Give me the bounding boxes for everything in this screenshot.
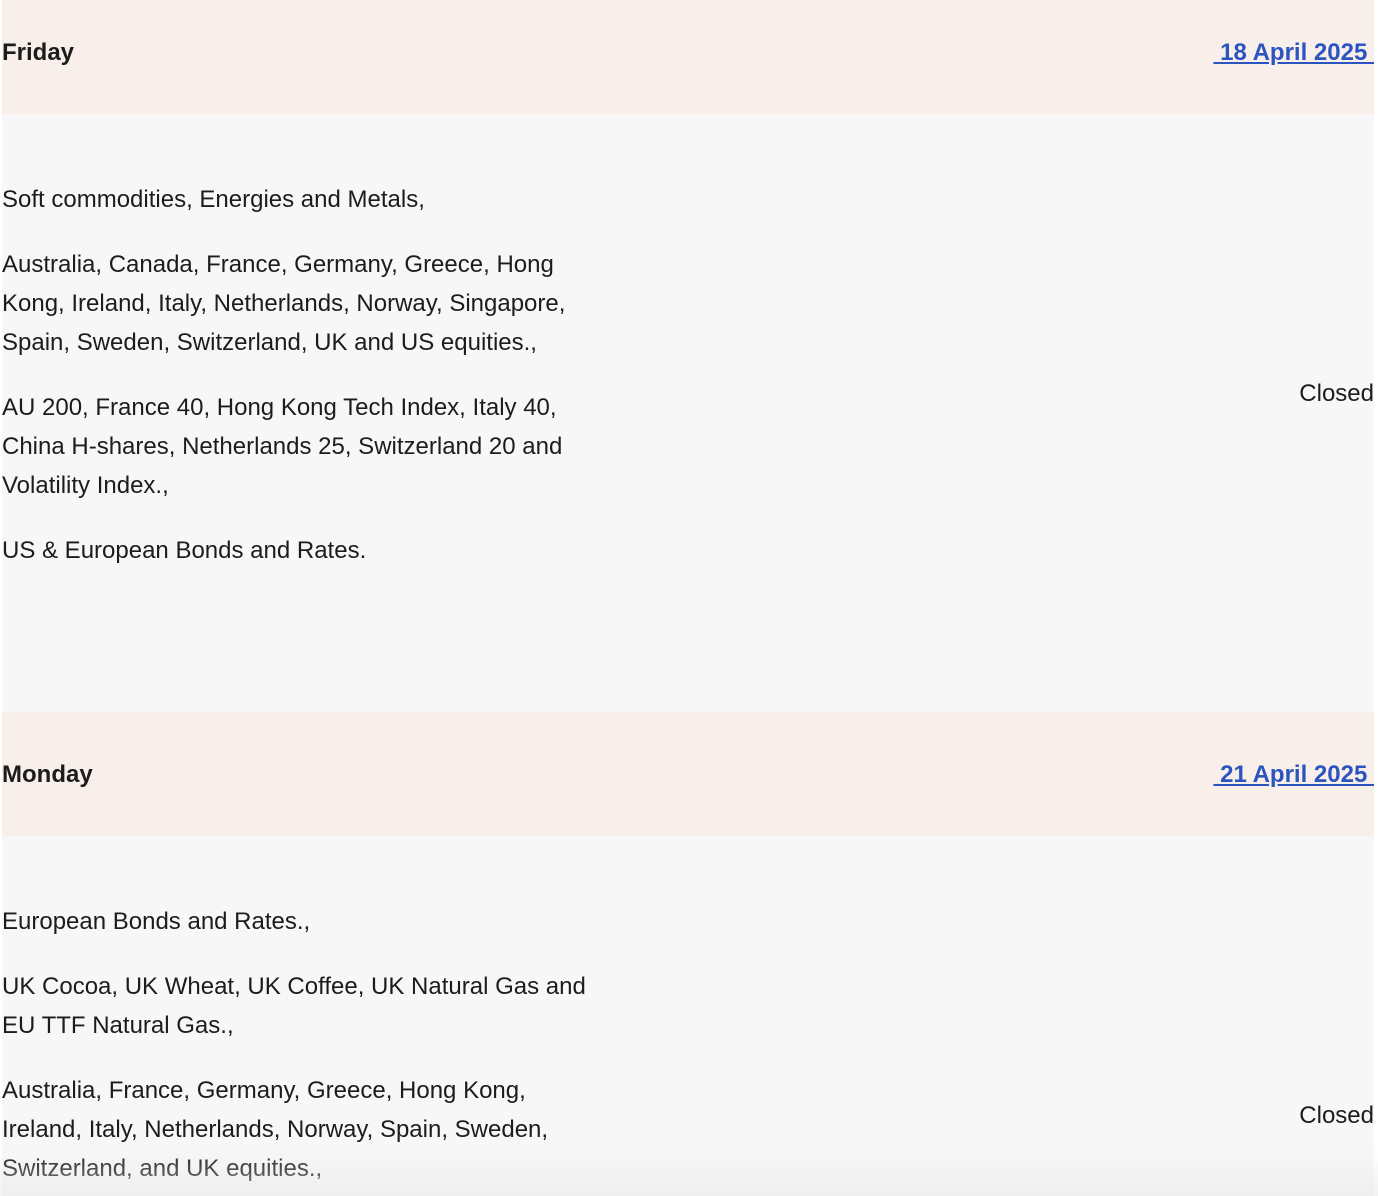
- market-item: UK Cocoa, UK Wheat, UK Coffee, UK Natura…: [2, 973, 586, 1039]
- status-text: Closed: [1299, 380, 1374, 407]
- market-item: AU 200, France 40, Hong Kong Tech Index,…: [2, 394, 563, 499]
- market-item: US & European Bonds and Rates.: [2, 537, 367, 564]
- day-name: Friday: [2, 39, 75, 66]
- market-item: Australia, Canada, France, Germany, Gree…: [2, 251, 566, 356]
- day-header-monday: Monday 21 April 2025: [2, 712, 1374, 836]
- day-body-monday: European Bonds and Rates., UK Cocoa, UK …: [2, 836, 1374, 1196]
- day-name: Monday: [2, 761, 93, 788]
- day-body-friday: Soft commodities, Energies and Metals, A…: [2, 114, 1374, 712]
- day-header-friday: Friday 18 April 2025: [2, 0, 1374, 114]
- market-list: European Bonds and Rates., UK Cocoa, UK …: [2, 902, 612, 1196]
- market-item: European Bonds and Rates.,: [2, 908, 311, 935]
- date-link[interactable]: 18 April 2025: [1213, 39, 1374, 67]
- market-item: Soft commodities, Energies and Metals,: [2, 186, 425, 213]
- holiday-schedule: Friday 18 April 2025 Soft commodities, E…: [0, 0, 1378, 1196]
- market-item: Australia, France, Germany, Greece, Hong…: [2, 1077, 549, 1182]
- status-text: Closed: [1299, 1102, 1374, 1129]
- date-link[interactable]: 21 April 2025: [1213, 761, 1374, 789]
- market-list: Soft commodities, Energies and Metals, A…: [2, 180, 612, 596]
